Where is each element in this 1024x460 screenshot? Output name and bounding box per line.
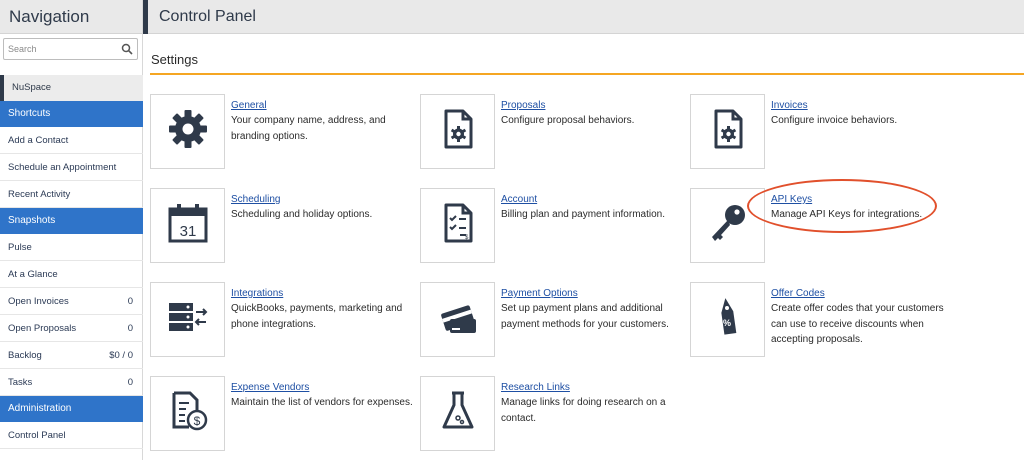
settings-card-research-links: Research Links Manage links for doing res… — [420, 376, 690, 456]
sidebar-item-label: Open Invoices — [8, 296, 69, 307]
document-gear-icon — [436, 107, 480, 156]
sidebar-item-label: At a Glance — [8, 269, 58, 280]
sidebar-item-label: Schedule an Appointment — [8, 162, 117, 173]
settings-card-offer-codes-button[interactable]: % — [690, 282, 765, 357]
sidebar-item-backlog[interactable]: Backlog $0 / 0 — [0, 342, 143, 369]
settings-description: Your company name, address, and branding… — [231, 115, 386, 142]
credit-card-icon — [436, 295, 480, 344]
sidebar-item-count: $0 / 0 — [109, 350, 133, 361]
key-icon — [706, 201, 750, 250]
sidebar-item-label: Tasks — [8, 377, 33, 388]
settings-link-account[interactable]: Account — [501, 194, 537, 205]
settings-description: Manage API Keys for integrations. — [771, 209, 923, 220]
sidebar-item-label: Control Panel — [8, 430, 66, 441]
sidebar-item-at-a-glance[interactable]: At a Glance — [0, 261, 143, 288]
sidebar-item-count: 0 — [127, 377, 133, 388]
server-exchange-icon — [166, 295, 210, 344]
sidebar-item-add-a-contact[interactable]: Add a Contact — [0, 127, 143, 154]
expense-document-icon: $ — [166, 389, 210, 438]
settings-description: Scheduling and holiday options. — [231, 209, 373, 220]
settings-card-invoices-button[interactable] — [690, 94, 765, 169]
settings-description: Billing plan and payment information. — [501, 209, 665, 220]
document-gear-icon — [706, 107, 750, 156]
settings-card-expense-vendors: $ Expense Vendors Maintain the list of ven… — [150, 376, 420, 456]
settings-link-api-keys[interactable]: API Keys — [771, 194, 812, 205]
sidebar-section-snapshots: Snapshots — [0, 208, 143, 234]
sidebar-title: Navigation — [0, 0, 142, 34]
top-bar-accent — [143, 0, 148, 34]
settings-link-expense-vendors[interactable]: Expense Vendors — [231, 382, 309, 393]
settings-card-api-keys-button[interactable] — [690, 188, 765, 263]
settings-description: Configure invoice behaviors. — [771, 115, 898, 126]
settings-description: Set up payment plans and additional paym… — [501, 303, 669, 330]
search-icon[interactable] — [121, 43, 133, 55]
settings-card-payment-options-button[interactable] — [420, 282, 495, 357]
settings-link-general[interactable]: General — [231, 100, 267, 111]
sidebar-item-count: 0 — [127, 323, 133, 334]
settings-card-proposals-button[interactable] — [420, 94, 495, 169]
settings-link-offer-codes[interactable]: Offer Codes — [771, 288, 825, 299]
sidebar-item-label: Pulse — [8, 242, 32, 253]
settings-description: Configure proposal behaviors. — [501, 115, 635, 126]
flask-icon — [436, 389, 480, 438]
settings-card-scheduling-button[interactable]: 31 — [150, 188, 225, 263]
settings-card-integrations-button[interactable] — [150, 282, 225, 357]
sidebar-section-shortcuts: Shortcuts — [0, 101, 143, 127]
sidebar-item-control-panel[interactable]: Control Panel — [0, 422, 143, 449]
settings-card-api-keys: API Keys Manage API Keys for integrations… — [690, 188, 960, 268]
sidebar-section-administration: Administration — [0, 396, 143, 422]
settings-description: Manage links for doing research on a con… — [501, 397, 666, 424]
calendar-icon: 31 — [166, 201, 210, 250]
settings-link-payment-options[interactable]: Payment Options — [501, 288, 578, 299]
settings-link-invoices[interactable]: Invoices — [771, 100, 808, 111]
settings-card-scheduling: 31 Scheduling Scheduling and holiday optio… — [150, 188, 420, 268]
top-bar: Control Panel — [143, 0, 1024, 34]
sidebar: Navigation NuSpace Shortcuts Add a Contac… — [0, 0, 143, 460]
settings-link-proposals[interactable]: Proposals — [501, 100, 545, 111]
sidebar-item-recent-activity[interactable]: Recent Activity — [0, 181, 143, 208]
search-input[interactable] — [4, 39, 114, 59]
page-title: Control Panel — [159, 8, 256, 25]
settings-description: Maintain the list of vendors for expense… — [231, 397, 413, 408]
settings-card-general: General Your company name, address, and b… — [150, 94, 420, 174]
sidebar-item-open-proposals[interactable]: Open Proposals 0 — [0, 315, 143, 342]
settings-card-general-button[interactable] — [150, 94, 225, 169]
settings-card-integrations: Integrations QuickBooks, payments, market… — [150, 282, 420, 362]
settings-link-research-links[interactable]: Research Links — [501, 382, 570, 393]
settings-card-account: $ Account Billing plan and payment informa… — [420, 188, 690, 268]
svg-text:$: $ — [193, 414, 200, 428]
settings-description: QuickBooks, payments, marketing and phon… — [231, 303, 403, 330]
settings-card-account-button[interactable]: $ — [420, 188, 495, 263]
sidebar-item-label: Backlog — [8, 350, 42, 361]
settings-card-payment-options: Payment Options Set up payment plans and … — [420, 282, 690, 362]
search-box — [3, 38, 138, 60]
settings-card-invoices: Invoices Configure invoice behaviors. — [690, 94, 960, 174]
settings-link-scheduling[interactable]: Scheduling — [231, 194, 280, 205]
calendar-day: 31 — [179, 223, 196, 240]
sidebar-item-open-invoices[interactable]: Open Invoices 0 — [0, 288, 143, 315]
settings-card-research-links-button[interactable] — [420, 376, 495, 451]
settings-card-expense-vendors-button[interactable]: $ — [150, 376, 225, 451]
sidebar-item-count: 0 — [127, 296, 133, 307]
settings-description: Create offer codes that your customers c… — [771, 303, 944, 345]
sidebar-item-nuspace[interactable]: NuSpace — [0, 75, 143, 101]
sidebar-nav: Shortcuts Add a Contact Schedule an Appoin… — [0, 101, 143, 449]
settings-heading: Settings — [151, 52, 198, 67]
sidebar-item-pulse[interactable]: Pulse — [0, 234, 143, 261]
settings-link-integrations[interactable]: Integrations — [231, 288, 283, 299]
sidebar-item-schedule-an-appointment[interactable]: Schedule an Appointment — [0, 154, 143, 181]
sidebar-item-label: Open Proposals — [8, 323, 77, 334]
settings-divider — [150, 73, 1024, 75]
settings-card-proposals: Proposals Configure proposal behaviors. — [420, 94, 690, 174]
billing-document-icon: $ — [436, 201, 480, 250]
settings-card-offer-codes: % Offer Codes Create offer codes that your… — [690, 282, 960, 362]
gear-icon — [166, 107, 210, 156]
price-tag-icon: % — [706, 295, 750, 344]
sidebar-item-label: Add a Contact — [8, 135, 69, 146]
sidebar-item-label: Recent Activity — [8, 189, 71, 200]
svg-text:%: % — [722, 318, 730, 328]
sidebar-item-tasks[interactable]: Tasks 0 — [0, 369, 143, 396]
